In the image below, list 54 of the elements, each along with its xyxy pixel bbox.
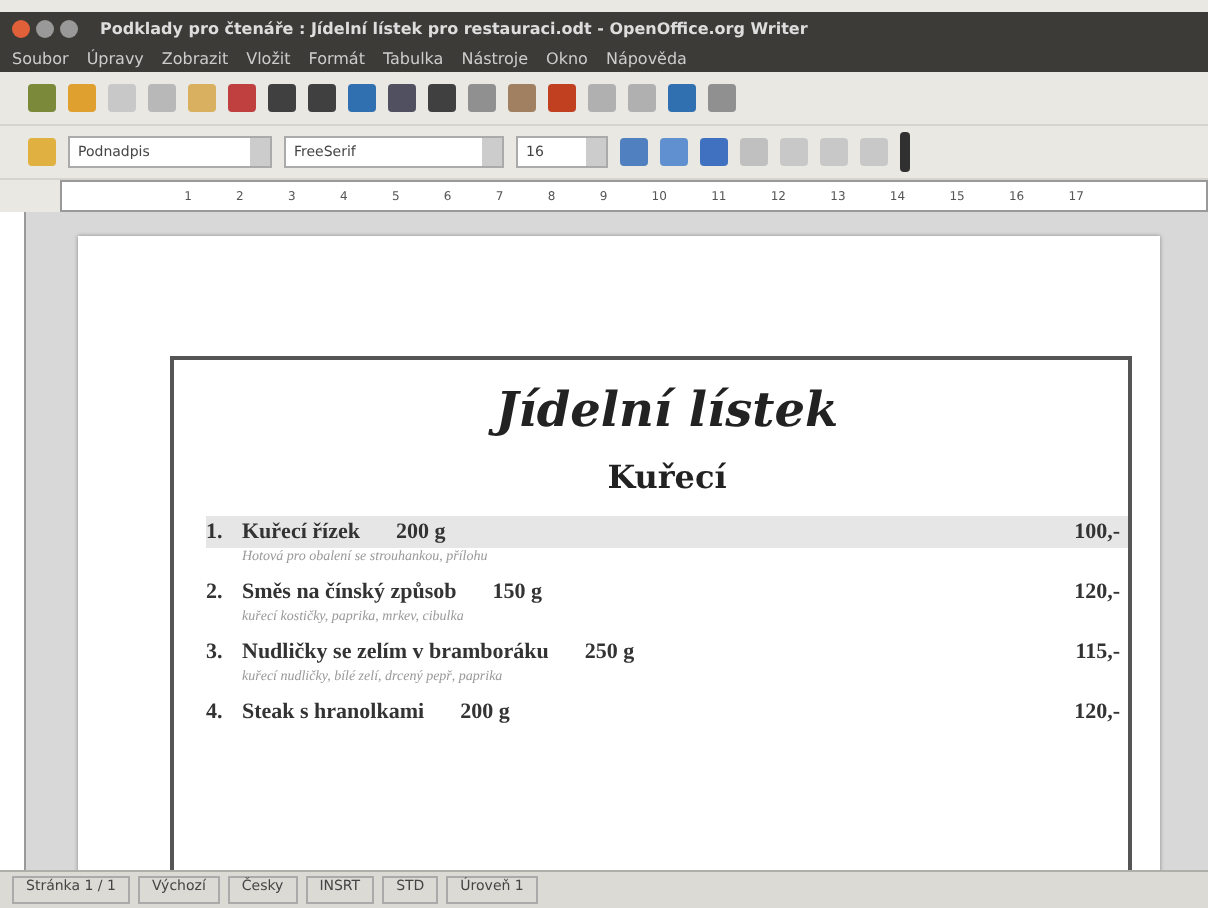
- toolbar-icon[interactable]: [508, 84, 536, 112]
- toolbar-icon[interactable]: [108, 84, 136, 112]
- menu-item[interactable]: Úpravy: [86, 49, 144, 67]
- menu-item[interactable]: Soubor: [12, 49, 69, 67]
- menu-item[interactable]: Vložit: [246, 49, 291, 67]
- toolbar-icon[interactable]: [668, 84, 696, 112]
- dish-row[interactable]: 4. Steak s hranolkami 200 g 120,-: [206, 696, 1128, 728]
- dish-price: 115,-: [1075, 640, 1120, 664]
- dish-price: 100,-: [1074, 520, 1120, 544]
- menu-item[interactable]: Okno: [546, 49, 588, 67]
- dish-name: Směs na čínský způsob: [242, 580, 457, 604]
- section-heading: Kuřecí: [605, 458, 729, 496]
- toolbar-icon[interactable]: [628, 84, 656, 112]
- item-number: 2.: [206, 580, 225, 604]
- toolbar-icon[interactable]: [348, 84, 376, 112]
- toolbar-icon[interactable]: [428, 84, 456, 112]
- item-number: 3.: [206, 640, 225, 664]
- toolbar-icon[interactable]: [148, 84, 176, 112]
- toolbar-icon[interactable]: [68, 84, 96, 112]
- menu-item[interactable]: Tabulka: [382, 49, 444, 67]
- menu-item[interactable]: Nástroje: [461, 49, 529, 67]
- color-bar-icon[interactable]: [900, 132, 910, 172]
- dish-price: 120,-: [1074, 580, 1120, 604]
- toolbar-icon[interactable]: [28, 84, 56, 112]
- dish-name: Kuřecí řízek: [242, 520, 360, 544]
- toolbar-icon[interactable]: [548, 84, 576, 112]
- dish-row[interactable]: 2. Směs na čínský způsob 150 g 120,-: [206, 576, 1128, 608]
- maximize-button[interactable]: [60, 19, 78, 37]
- dish-name: Nudličky se zelím v bramboráku: [242, 640, 549, 664]
- toolbar-icon[interactable]: [468, 84, 496, 112]
- menu-item[interactable]: Nápověda: [605, 49, 687, 67]
- toolbar-icon[interactable]: [388, 84, 416, 112]
- window-title: Podklady pro čtenáře : Jídelní lístek pro restauraci.odt - OpenOffice.org Writer: [100, 19, 808, 37]
- dish-weight: 150 g: [492, 580, 543, 604]
- dish-weight: 200 g: [460, 700, 510, 724]
- toolbar-icon[interactable]: [308, 84, 336, 112]
- toolbar-icon[interactable]: [588, 84, 616, 112]
- document-title: Jídelní lístek: [206, 380, 1128, 438]
- dish-name: Steak s hranolkami: [242, 700, 425, 724]
- item-number: 4.: [206, 700, 225, 724]
- toolbar-icon[interactable]: [708, 84, 736, 112]
- dish-weight: 200 g: [395, 520, 446, 544]
- minimize-button[interactable]: [36, 19, 54, 37]
- toolbar-icon[interactable]: [268, 84, 296, 112]
- menu-item[interactable]: Zobrazit: [161, 49, 229, 67]
- toolbar-icon[interactable]: [188, 84, 216, 112]
- menu-item[interactable]: Formát: [308, 49, 365, 67]
- close-button[interactable]: [12, 19, 30, 37]
- item-number: 1.: [206, 520, 225, 544]
- dish-row[interactable]: 3. Nudličky se zelím v bramboráku 250 g 115,-: [206, 636, 1128, 668]
- dish-row[interactable]: 1. Kuřecí řízek 200 g 100,-: [206, 516, 1128, 548]
- dish-price: 120,-: [1074, 700, 1120, 724]
- toolbar-icon[interactable]: [228, 84, 256, 112]
- dish-weight: 250 g: [584, 640, 635, 664]
